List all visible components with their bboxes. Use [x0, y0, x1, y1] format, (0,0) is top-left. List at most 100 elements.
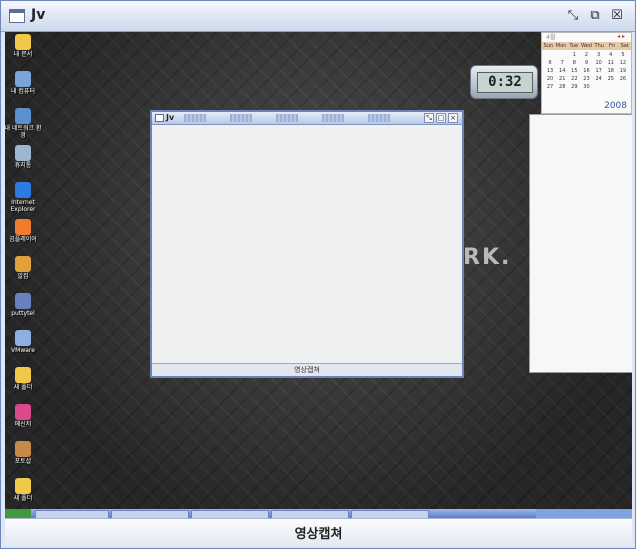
memo-line	[530, 150, 632, 157]
calendar-day[interactable]: 5	[617, 51, 629, 59]
calendar-day	[556, 51, 568, 59]
calendar-day[interactable]: 21	[556, 75, 568, 83]
titlebar-texture	[184, 114, 206, 122]
minimize-button[interactable]: ⤡	[565, 8, 581, 24]
calendar-grid: 1 2 3 4 5 6 7 8 9 10 11 12 13 14 15 16 17 18 19 20 21 22 23 24 2…	[542, 50, 631, 92]
calendar-day[interactable]: 15	[568, 67, 580, 75]
desktop-icon[interactable]: 휴지통	[5, 145, 43, 169]
desktop-icon-label: VMware	[11, 347, 35, 354]
clock-time: 0:32	[477, 72, 533, 93]
desktop-icon-label: puttytel	[11, 310, 35, 317]
terminal-icon	[15, 293, 31, 309]
inner-minimize-icon[interactable]: ⤡	[424, 113, 434, 123]
titlebar-texture	[230, 114, 252, 122]
calendar-day[interactable]: 24	[593, 75, 605, 83]
calendar-day[interactable]: 19	[617, 67, 629, 75]
calendar-day[interactable]: 11	[605, 59, 617, 67]
desktop-icon[interactable]: 포토샵	[5, 441, 43, 465]
folder-icon	[15, 34, 31, 50]
inner-status-bar[interactable]: 영상캡쳐	[152, 363, 462, 376]
calendar-day[interactable]: 28	[556, 83, 568, 91]
calendar-day[interactable]: 4	[605, 51, 617, 59]
bottom-toolbar: 영상캡쳐	[5, 518, 632, 546]
inner-maximize-icon[interactable]: □	[436, 113, 446, 123]
desktop-icon[interactable]: 내 네트워크 환경	[5, 108, 43, 139]
calendar-day[interactable]: 16	[580, 67, 592, 75]
calendar-day[interactable]: 9	[580, 59, 592, 67]
calendar-day[interactable]: 10	[593, 59, 605, 67]
desktop-icon-label: 알집	[17, 273, 29, 280]
calendar-day[interactable]: 27	[544, 83, 556, 91]
desktop-icon[interactable]: 알집	[5, 256, 43, 280]
inner-window-icon	[155, 114, 164, 122]
inner-window-titlebar[interactable]: Jv ⤡ □ ×	[152, 112, 462, 125]
desktop-icon[interactable]: VMware	[5, 330, 43, 354]
desktop-icon-label: 새 폴더	[13, 495, 33, 502]
close-button[interactable]: ☒	[609, 8, 625, 24]
start-button[interactable]	[5, 509, 31, 518]
calendar-day[interactable]: 6	[544, 59, 556, 67]
calendar-day[interactable]: 26	[617, 75, 629, 83]
inner-close-icon[interactable]: ×	[448, 113, 458, 123]
titlebar-texture	[368, 114, 390, 122]
memo-line	[530, 143, 632, 150]
calendar-day	[605, 83, 617, 91]
inner-window-title: Jv	[166, 113, 175, 122]
vmware-icon	[15, 330, 31, 346]
desktop-icon[interactable]: puttytel	[5, 293, 43, 317]
calendar-day[interactable]: 7	[556, 59, 568, 67]
calendar-nav-icon[interactable]: ◂ ▸	[617, 33, 625, 40]
calendar-day[interactable]: 1	[568, 51, 580, 59]
desktop-icon[interactable]: 내 문서	[5, 34, 43, 58]
memo-widget	[529, 114, 632, 373]
calendar-day[interactable]: 29	[568, 83, 580, 91]
memo-line	[530, 129, 632, 136]
desktop-icon-label: 메신저	[14, 421, 32, 428]
calendar-weekday: Sun	[543, 43, 554, 49]
main-window: Jv ⤡ ⧉ ☒ 내 문서내 컴퓨터내 네트워크 환경휴지통 Internet E…	[0, 0, 636, 549]
desktop-icon[interactable]: 메신저	[5, 404, 43, 428]
calendar-day[interactable]: 12	[617, 59, 629, 67]
desktop-icon[interactable]: 내 컴퓨터	[5, 71, 43, 95]
calendar-weekday: Fri	[608, 43, 615, 49]
calendar-day[interactable]: 14	[556, 67, 568, 75]
archive-icon	[15, 256, 31, 272]
calendar-day[interactable]: 22	[568, 75, 580, 83]
calendar-day[interactable]: 2	[580, 51, 592, 59]
network-icon	[15, 108, 31, 124]
calendar-day[interactable]: 3	[593, 51, 605, 59]
capture-video-button[interactable]: 영상캡쳐	[5, 520, 632, 544]
desktop-icon-label: 새 폴더	[13, 384, 33, 391]
maximize-button[interactable]: ⧉	[587, 8, 603, 24]
calendar-day[interactable]: 18	[605, 67, 617, 75]
calendar-day[interactable]: 8	[568, 59, 580, 67]
titlebar-texture	[322, 114, 344, 122]
calendar-widget: 4월 ◂ ▸ Sun Mon Tue Wed Thu Fri Sat 1 2 3 4 5 6 7 8 9 10…	[541, 32, 632, 114]
desktop-icon[interactable]: 새 폴더	[5, 478, 43, 502]
folder-icon	[15, 478, 31, 494]
desktop-icon-label: 내 문서	[13, 51, 33, 58]
calendar-day	[593, 83, 605, 91]
desktop-icon[interactable]: 새 폴더	[5, 367, 43, 391]
calendar-day	[544, 51, 556, 59]
calendar-weekday: Thu	[594, 43, 604, 49]
calendar-day[interactable]: 25	[605, 75, 617, 83]
remote-desktop-view[interactable]: 내 문서내 컴퓨터내 네트워크 환경휴지통 Internet Explorer 곰플…	[5, 32, 632, 509]
calendar-day[interactable]: 17	[593, 67, 605, 75]
calendar-day[interactable]: 23	[580, 75, 592, 83]
window-icon	[9, 9, 25, 23]
inner-app-window: Jv ⤡ □ × 영상캡쳐	[150, 110, 464, 378]
desktop-icon-label: 포토샵	[14, 458, 32, 465]
desktop-icon-label: Internet Explorer	[10, 199, 36, 213]
calendar-day[interactable]: 30	[580, 83, 592, 91]
desktop-icon[interactable]: 곰플레이어	[5, 219, 43, 243]
desktop-icon[interactable]: Internet Explorer	[5, 182, 43, 213]
memo-line	[530, 136, 632, 143]
calendar-day[interactable]: 20	[544, 75, 556, 83]
recycle-bin-icon	[15, 145, 31, 161]
calendar-day[interactable]: 13	[544, 67, 556, 75]
computer-icon	[15, 71, 31, 87]
window-titlebar[interactable]: Jv ⤡ ⧉ ☒	[1, 1, 635, 32]
calendar-weekday: Mon	[555, 43, 567, 49]
messenger-icon	[15, 404, 31, 420]
